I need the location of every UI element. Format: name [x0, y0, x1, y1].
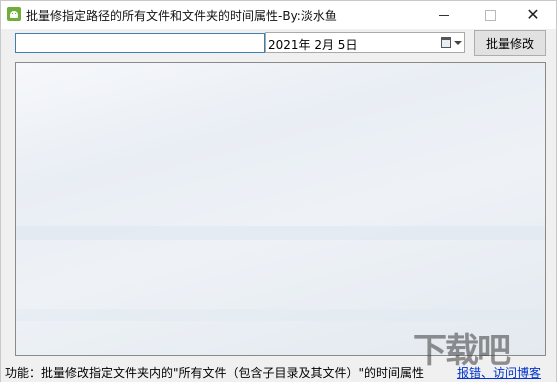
date-value: 2021年 2月 5日: [268, 38, 358, 52]
window-title: 批量修指定路径的所有文件和文件夹的时间属性-By:淡水鱼: [26, 9, 337, 23]
close-button[interactable]: ✕: [510, 1, 556, 29]
calendar-icon[interactable]: [441, 37, 451, 48]
path-input[interactable]: [15, 33, 265, 53]
blog-link[interactable]: 报错、访问博客: [457, 364, 541, 381]
title-bar[interactable]: 批量修指定路径的所有文件和文件夹的时间属性-By:淡水鱼 ✕: [1, 1, 556, 29]
close-icon: ✕: [526, 5, 540, 24]
android-app-icon: [7, 7, 21, 21]
date-picker[interactable]: 2021年 2月 5日: [265, 32, 465, 53]
minimize-icon: [439, 14, 449, 16]
maximize-button[interactable]: [467, 1, 513, 29]
minimize-button[interactable]: [421, 1, 467, 29]
log-output-area[interactable]: [15, 62, 546, 356]
main-window: 批量修指定路径的所有文件和文件夹的时间属性-By:淡水鱼 ✕ 2021年 2月 …: [0, 0, 557, 382]
batch-modify-button[interactable]: 批量修改: [474, 30, 546, 56]
status-description: 功能：批量修改指定文件夹内的"所有文件（包含子目录及其文件）"的时间属性: [5, 366, 425, 380]
chevron-down-icon[interactable]: [454, 41, 462, 45]
status-bar: 功能：批量修改指定文件夹内的"所有文件（包含子目录及其文件）"的时间属性 报错、…: [1, 360, 556, 382]
maximize-icon: [484, 9, 496, 21]
